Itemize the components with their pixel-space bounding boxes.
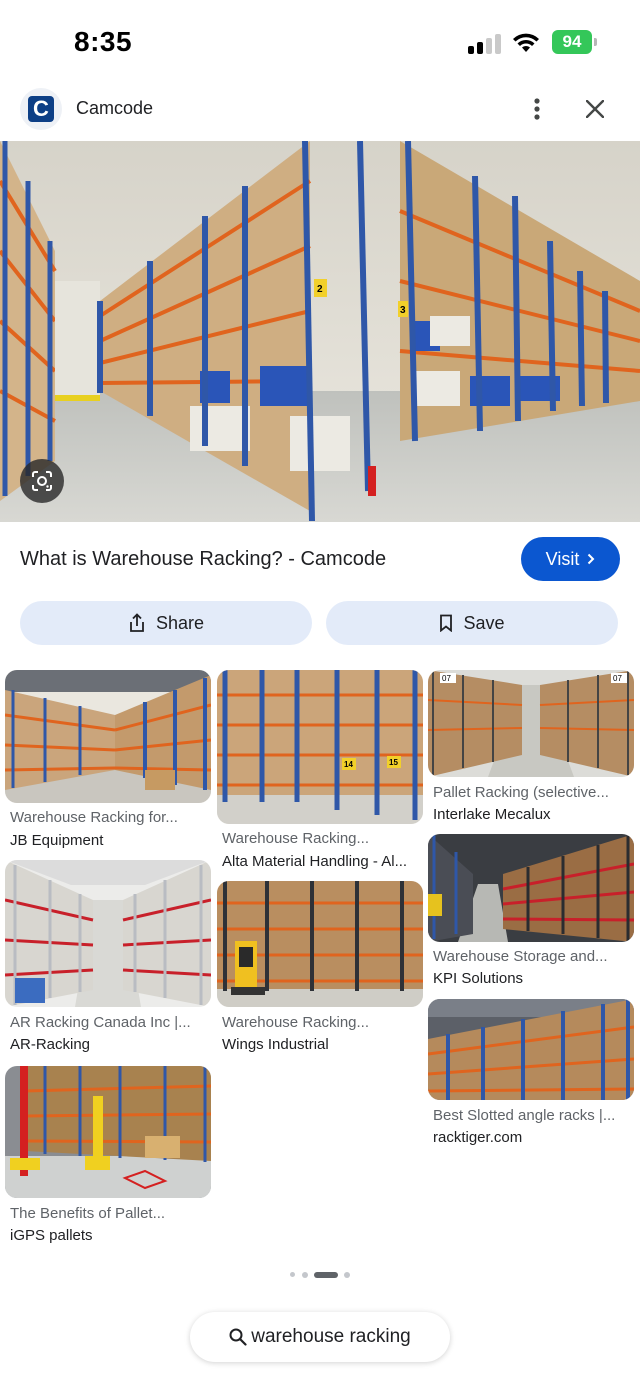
status-time: 8:35: [74, 26, 133, 57]
related-card[interactable]: Best Slotted angle racks |... racktiger.…: [428, 999, 634, 1149]
related-source: Interlake Mecalux: [433, 806, 551, 823]
more-vert-icon: [534, 98, 540, 120]
lens-icon: [32, 471, 52, 491]
related-source: AR-Racking: [10, 1036, 91, 1053]
thumb-label: 15: [389, 758, 398, 767]
share-button[interactable]: Share: [20, 601, 312, 645]
pager-dot[interactable]: [290, 1272, 295, 1277]
related-title: Warehouse Racking...: [222, 830, 370, 847]
related-title: Warehouse Storage and...: [433, 948, 608, 965]
related-card[interactable]: AR Racking Canada Inc |... AR-Racking: [5, 860, 211, 1056]
related-title: Best Slotted angle racks |...: [433, 1107, 616, 1124]
result-title-row: What is Warehouse Racking? - Camcode Vis…: [0, 536, 640, 584]
related-card[interactable]: 07 07 Pallet Racking (selective... Inter…: [428, 670, 634, 826]
related-card[interactable]: Warehouse Racking for... JB Equipment: [5, 670, 211, 852]
share-label: Share: [155, 612, 205, 633]
search-query: warehouse racking: [251, 1326, 411, 1347]
pager-dot[interactable]: [302, 1272, 308, 1278]
thumb-label: 07: [442, 674, 451, 683]
related-title: AR Racking Canada Inc |...: [10, 1014, 191, 1031]
related-thumbnail: [5, 1066, 211, 1198]
result-title[interactable]: What is Warehouse Racking? - Camcode: [20, 548, 386, 571]
battery-charging-icon: 94: [552, 30, 598, 54]
thumb-label: 07: [613, 674, 622, 683]
save-label: Save: [463, 612, 505, 633]
hero-label-b: 3: [400, 305, 406, 316]
search-icon: [229, 1328, 247, 1346]
pager-dot[interactable]: [344, 1272, 350, 1278]
related-source: racktiger.com: [433, 1129, 523, 1146]
visit-label: Visit: [545, 548, 580, 569]
more-options-button[interactable]: [522, 94, 552, 124]
search-query-chip[interactable]: warehouse racking: [190, 1312, 450, 1362]
hero-label-a: 2: [317, 284, 323, 295]
related-thumbnail: [5, 860, 211, 1007]
wifi-icon: [513, 33, 539, 52]
camcode-logo[interactable]: C: [20, 88, 62, 130]
related-source: Wings Industrial: [222, 1036, 329, 1053]
related-title: Warehouse Racking...: [222, 1014, 370, 1031]
related-card[interactable]: The Benefits of Pallet... iGPS pallets: [5, 1066, 211, 1246]
carousel-pager: [0, 1270, 640, 1280]
source-header: C Camcode: [0, 86, 640, 132]
thumb-label: 14: [344, 760, 353, 769]
warehouse-racking-photo: 2 3: [0, 141, 640, 522]
related-title: Pallet Racking (selective...: [433, 784, 609, 801]
related-title: The Benefits of Pallet...: [10, 1205, 166, 1222]
related-title: Warehouse Racking for...: [10, 809, 178, 826]
bookmark-icon: [440, 614, 453, 632]
signal-icon: [468, 32, 502, 54]
battery-tip: [594, 38, 597, 46]
related-source: KPI Solutions: [433, 970, 524, 987]
chevron-right-icon: [588, 553, 595, 565]
share-icon: [130, 613, 144, 632]
related-thumbnail: 07 07: [428, 670, 634, 777]
related-card[interactable]: Warehouse Storage and... KPI Solutions: [428, 834, 634, 992]
related-source: Alta Material Handling - Al...: [222, 853, 408, 870]
related-thumbnail: [5, 670, 211, 803]
visit-button[interactable]: Visit: [521, 537, 620, 581]
related-thumbnail: [428, 834, 634, 942]
related-thumbnail: 14 15: [217, 670, 423, 824]
camcode-logo-letter: C: [28, 96, 54, 122]
close-icon: [586, 100, 604, 118]
related-thumbnail: [217, 881, 423, 1007]
related-card[interactable]: Warehouse Racking... Wings Industrial: [217, 881, 423, 1056]
related-source: iGPS pallets: [10, 1227, 93, 1244]
related-source: JB Equipment: [10, 832, 104, 849]
main-result-image[interactable]: 2 3: [0, 141, 640, 522]
battery-level: 94: [552, 30, 592, 54]
related-thumbnail: [428, 999, 634, 1100]
pager-dot-active[interactable]: [314, 1272, 338, 1278]
status-bar: 8:35 94: [0, 0, 640, 86]
lens-search-button[interactable]: [20, 459, 64, 503]
save-button[interactable]: Save: [326, 601, 618, 645]
source-name[interactable]: Camcode: [76, 98, 153, 119]
related-card[interactable]: 14 15 Warehouse Racking... Alta Material…: [217, 670, 423, 870]
close-button[interactable]: [580, 94, 610, 124]
